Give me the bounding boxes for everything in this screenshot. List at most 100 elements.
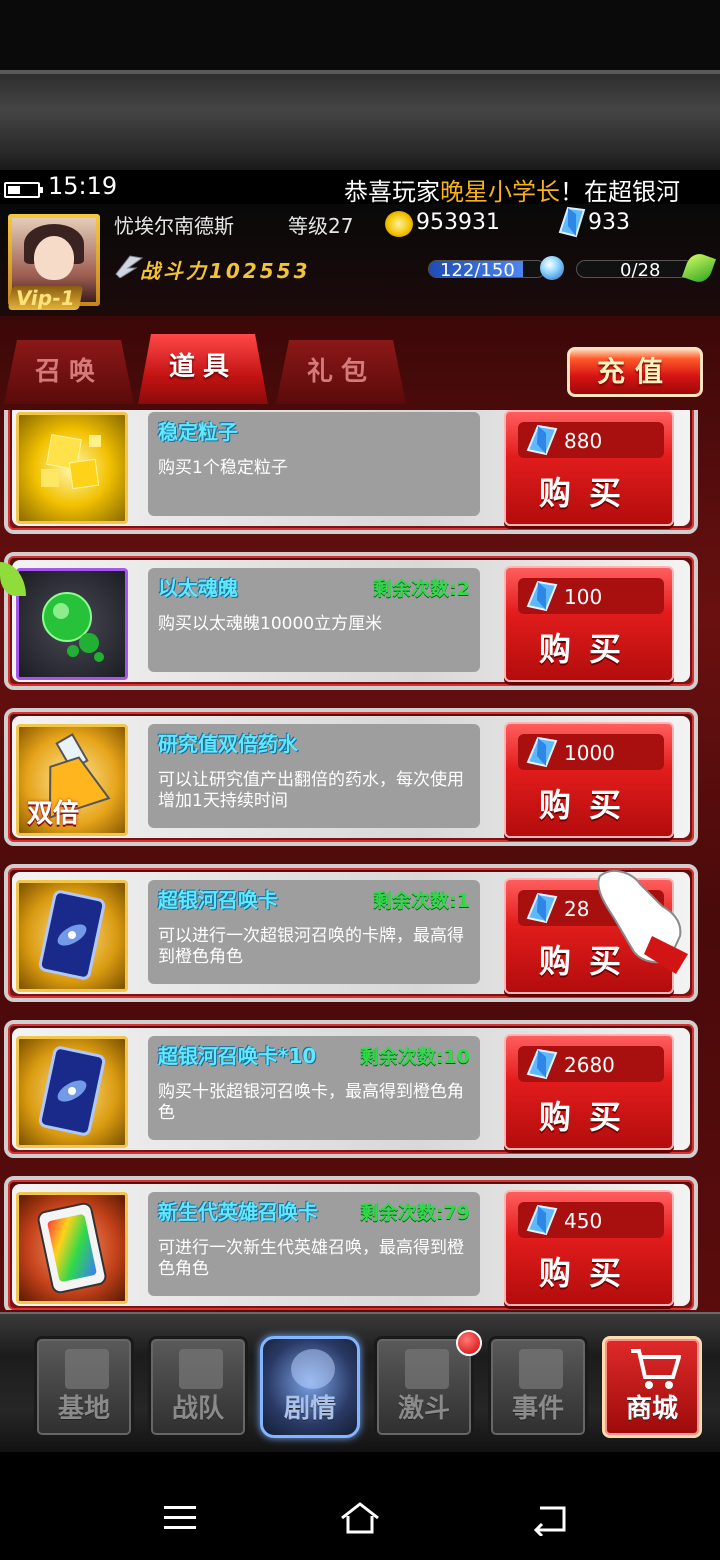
back-icon[interactable] (530, 1500, 570, 1536)
tab-gifts[interactable]: 礼包 (276, 340, 406, 404)
price-value: 100 (564, 585, 603, 609)
tab-summon[interactable]: 召唤 (4, 340, 134, 404)
nav-team[interactable]: 战队 (148, 1336, 248, 1438)
item-description: 可以进行一次超银河召唤的卡牌，最高得到橙色角色 (158, 926, 464, 967)
item-description: 购买1个稳定粒子 (158, 458, 288, 478)
buy-button[interactable]: 1000 购买 (504, 722, 674, 838)
item-info: 以太魂魄 剩余次数:2 购买以太魂魄10000立方厘米 (148, 568, 480, 672)
item-name: 超银河召唤卡 (158, 888, 278, 912)
energy-text: 122/150 (440, 260, 515, 281)
energy-orb-icon (540, 256, 564, 280)
price-tag: 450 (518, 1202, 664, 1238)
price-tag: 1000 (518, 734, 664, 770)
list-item: 双倍 研究值双倍药水 可以让研究值产出翻倍的药水，每次使用增加1天持续时间 10… (4, 708, 698, 846)
particle-icon (16, 412, 128, 524)
item-info: 超银河召唤卡 剩余次数:1 可以进行一次超银河召唤的卡牌，最高得到橙色角色 (148, 880, 480, 984)
item-info: 新生代英雄召唤卡 剩余次数:79 可进行一次新生代英雄召唤，最高得到橙色角色 (148, 1192, 480, 1296)
diamond-icon (526, 736, 558, 768)
diamond-icon (526, 1048, 558, 1080)
tutorial-pointer-hand-icon (597, 869, 688, 974)
price-tag: 880 (518, 422, 664, 458)
buy-label: 购买 (538, 1254, 639, 1292)
nav-base[interactable]: 基地 (34, 1336, 134, 1438)
recharge-button[interactable]: 充值 (567, 347, 703, 397)
list-item: 稳定粒子 购买1个稳定粒子 880 购买 (4, 410, 698, 534)
nav-label: 商城 (625, 1394, 678, 1424)
price-value: 450 (564, 1209, 603, 1233)
nav-label: 事件 (511, 1394, 564, 1424)
helmet-icon (405, 1349, 449, 1389)
item-description: 可进行一次新生代英雄召唤，最高得到橙色角色 (158, 1238, 464, 1279)
item-remaining: 剩余次数:2 (373, 578, 470, 600)
item-info: 超银河召唤卡*10 剩余次数:10 购买十张超银河召唤卡，最高得到橙色角色 (148, 1036, 480, 1140)
combat-power: 战斗力102553 (140, 259, 311, 283)
nav-shop[interactable]: 商城 (602, 1336, 702, 1438)
price-tag: 2680 (518, 1046, 664, 1082)
buy-button[interactable]: 100 购买 (504, 566, 674, 682)
item-name: 超银河召唤卡*10 (158, 1044, 317, 1068)
nav-story[interactable]: 剧情 (260, 1336, 360, 1438)
double-potion-icon: 双倍 (16, 724, 128, 836)
buy-label: 购买 (538, 1098, 639, 1136)
coin-count: 953931 (416, 210, 500, 235)
tab-items[interactable]: 道具 (138, 334, 268, 404)
price-value: 1000 (564, 741, 615, 765)
buy-label: 购买 (538, 630, 639, 668)
price-value: 880 (564, 429, 603, 453)
item-info: 稳定粒子 购买1个稳定粒子 (148, 412, 480, 516)
nav-label: 战队 (171, 1394, 224, 1424)
buy-button[interactable]: 2680 购买 (504, 1034, 674, 1150)
item-name: 以太魂魄 (158, 576, 238, 600)
diamond-icon (526, 1204, 558, 1236)
monster-icon (519, 1349, 563, 1389)
item-list[interactable]: 稳定粒子 购买1个稳定粒子 880 购买 以太魂魄 剩余次数:2 购买以太魂魄1… (0, 410, 720, 1310)
vip-badge: Vip-1 (7, 286, 83, 310)
list-item: 以太魂魄 剩余次数:2 购买以太魂魄10000立方厘米 100 购买 (4, 552, 698, 690)
nav-event[interactable]: 事件 (488, 1336, 588, 1438)
buy-label: 购买 (538, 474, 639, 512)
ether-soul-icon (16, 568, 128, 680)
player-level: 等级27 (288, 214, 354, 238)
notification-dot (456, 1330, 482, 1356)
price-value: 2680 (564, 1053, 615, 1077)
item-name: 新生代英雄召唤卡 (158, 1200, 318, 1224)
nav-label: 基地 (57, 1394, 110, 1424)
price-tag: 100 (518, 578, 664, 614)
item-name: 研究值双倍药水 (158, 732, 298, 756)
coin-icon (385, 211, 413, 237)
gem-count: 933 (588, 210, 630, 235)
buy-button[interactable]: 880 购买 (504, 410, 674, 526)
top-letterbox (0, 0, 720, 70)
cart-icon (631, 1349, 681, 1389)
home-icon[interactable] (340, 1500, 380, 1536)
menu-icon[interactable] (160, 1500, 200, 1536)
double-badge: 双倍 (27, 799, 80, 829)
clock: 15:19 (48, 172, 118, 200)
list-item: 新生代英雄召唤卡 剩余次数:79 可进行一次新生代英雄召唤，最高得到橙色角色 4… (4, 1176, 698, 1310)
castle-icon (65, 1349, 109, 1389)
item-remaining: 剩余次数:10 (359, 1046, 470, 1068)
new-hero-card-icon (16, 1192, 128, 1304)
marquee-announcement: 恭喜玩家晚星小学长！在超银河 (344, 178, 680, 206)
diamond-icon (558, 206, 586, 238)
item-info: 研究值双倍药水 可以让研究值产出翻倍的药水，每次使用增加1天持续时间 (148, 724, 480, 828)
item-description: 购买十张超银河召唤卡，最高得到橙色角色 (158, 1082, 464, 1123)
item-name: 稳定粒子 (158, 420, 238, 444)
battery-icon (4, 182, 43, 198)
top-metal-banner (0, 70, 720, 170)
diamond-icon (526, 580, 558, 612)
list-item: 超银河召唤卡*10 剩余次数:10 购买十张超银河召唤卡，最高得到橙色角色 26… (4, 1020, 698, 1158)
diamond-icon (526, 424, 558, 456)
price-value: 28 (564, 897, 590, 921)
nav-label: 激斗 (397, 1394, 450, 1424)
buy-label: 购买 (538, 786, 639, 824)
item-remaining: 剩余次数:79 (359, 1202, 470, 1224)
galaxy-card-icon (16, 1036, 128, 1148)
crystal-icon (291, 1349, 335, 1389)
galaxy-card-icon (16, 880, 128, 992)
diamond-icon (526, 892, 558, 924)
item-remaining: 剩余次数:1 (373, 890, 470, 912)
xp-text: 0/28 (620, 260, 661, 281)
buy-button[interactable]: 450 购买 (504, 1190, 674, 1306)
item-description: 可以让研究值产出翻倍的药水，每次使用增加1天持续时间 (158, 770, 464, 811)
